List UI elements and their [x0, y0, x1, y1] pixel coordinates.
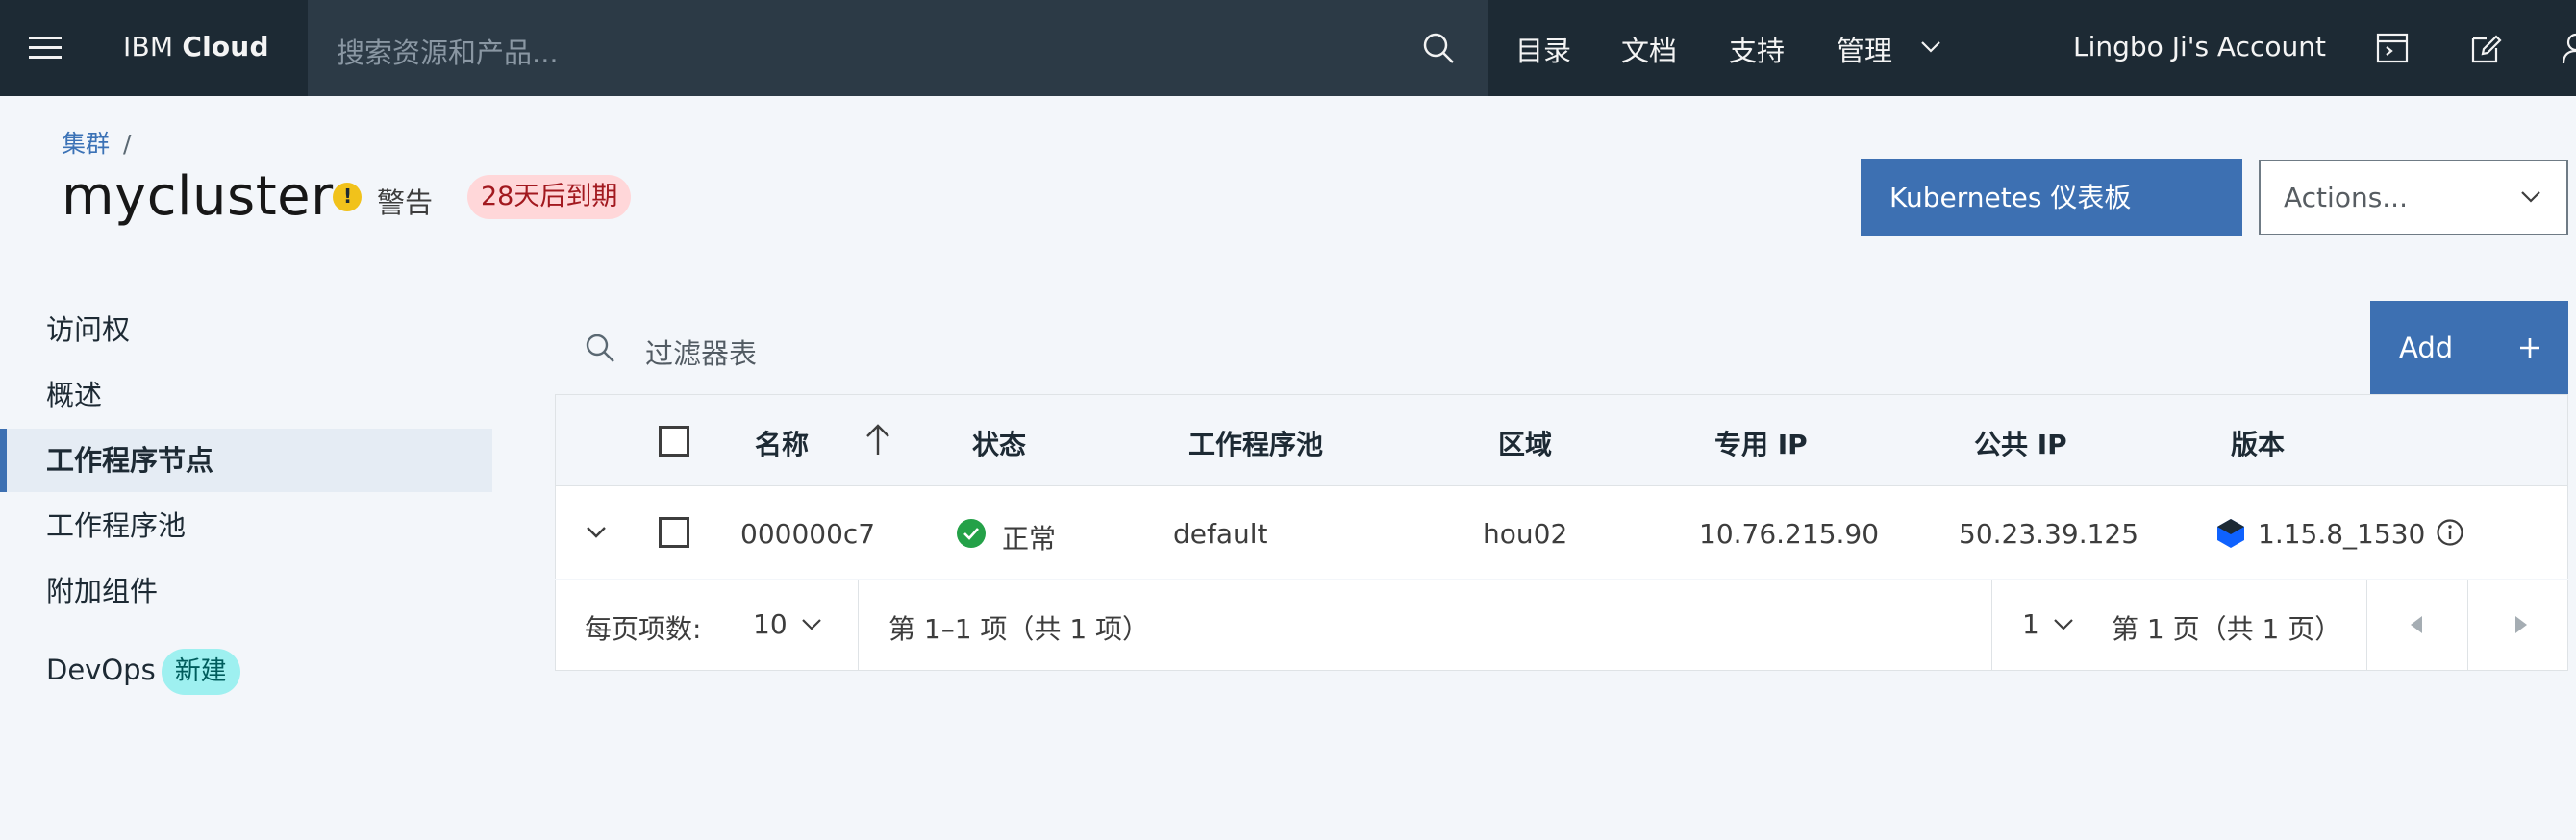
table-pagination: 每页项数: 10 第 1–1 项（共 1 项） 1 第 1 页（共 1 页） — [555, 580, 2568, 671]
column-header-private-ip[interactable]: 专用 IP — [1714, 424, 1808, 462]
breadcrumb-clusters-link[interactable]: 集群 — [62, 130, 110, 158]
divider — [1991, 580, 1992, 671]
table-row[interactable]: 000000c7 正常 default hou02 10.76.215.90 5… — [556, 487, 2567, 579]
cell-version: 1.15.8_1530 — [2258, 518, 2426, 550]
kubernetes-dashboard-button[interactable]: Kubernetes 仪表板 — [1861, 159, 2242, 236]
search-icon — [586, 334, 614, 362]
add-worker-button[interactable]: Add — [2370, 301, 2568, 394]
edit-icon[interactable] — [2469, 31, 2504, 65]
table-filter-input[interactable]: 过滤器表 — [555, 301, 2568, 394]
column-header-pool[interactable]: 工作程序池 — [1188, 424, 1323, 462]
chevron-down-icon[interactable] — [801, 618, 822, 631]
divider — [2467, 580, 2468, 671]
devops-label: DevOps — [46, 654, 156, 686]
global-search-input[interactable]: 搜索资源和产品... — [308, 0, 1488, 96]
breadcrumb-separator: / — [123, 130, 132, 158]
add-button-label: Add — [2399, 332, 2454, 364]
column-header-public-ip[interactable]: 公共 IP — [1974, 424, 2067, 462]
cell-public-ip: 50.23.39.125 — [1959, 518, 2139, 550]
kubernetes-icon — [2217, 519, 2244, 548]
items-per-page-label: 每页项数: — [585, 613, 702, 645]
warning-icon — [333, 183, 362, 211]
chevron-down-icon — [2521, 191, 2540, 203]
breadcrumb: 集群 / — [62, 125, 131, 160]
actions-dropdown-label: Actions... — [2284, 182, 2408, 213]
filter-placeholder: 过滤器表 — [645, 337, 758, 370]
cell-zone: hou02 — [1483, 518, 1568, 550]
nav-support[interactable]: 支持 — [1729, 29, 1785, 69]
cell-name: 000000c7 — [740, 518, 876, 550]
sidenav-item-worker-nodes[interactable]: 工作程序节点 — [0, 429, 492, 492]
divider — [858, 580, 859, 671]
chevron-down-icon[interactable] — [2053, 618, 2074, 631]
nav-catalog[interactable]: 目录 — [1515, 29, 1571, 69]
plus-icon — [2520, 338, 2539, 358]
item-range-text: 第 1–1 项（共 1 项） — [888, 613, 1150, 645]
top-header: IBM Cloud 搜索资源和产品... 目录 文档 支持 管理 Lingbo … — [0, 0, 2576, 96]
sidenav-item-addons[interactable]: 附加组件 — [0, 559, 492, 623]
table-header: 名称 状态 工作程序池 区域 专用 IP 公共 IP 版本 — [556, 395, 2567, 486]
sidenav-item-overview[interactable]: 概述 — [0, 363, 492, 427]
cell-private-ip: 10.76.215.90 — [1699, 518, 1880, 550]
cost-estimator-icon[interactable] — [2375, 31, 2410, 65]
caret-left-icon[interactable] — [2409, 614, 2424, 635]
cluster-status-label: 警告 — [377, 186, 434, 219]
info-icon[interactable] — [2436, 518, 2464, 547]
menu-icon[interactable] — [29, 35, 63, 62]
sidenav-item-devops[interactable]: DevOps 新建 — [0, 638, 492, 702]
items-per-page-select[interactable]: 10 — [753, 608, 788, 640]
page-range-text: 第 1 页（共 1 页） — [2112, 613, 2342, 645]
user-icon[interactable] — [2562, 31, 2576, 65]
column-header-version[interactable]: 版本 — [2231, 424, 2285, 462]
page-title: mycluster — [62, 165, 334, 228]
sidenav-item-worker-pools[interactable]: 工作程序池 — [0, 494, 492, 557]
account-switcher[interactable]: Lingbo Ji's Account — [2073, 31, 2326, 62]
brand-logo[interactable]: IBM Cloud — [123, 31, 269, 62]
expiry-tag: 28天后到期 — [467, 175, 632, 219]
checkmark-icon — [957, 519, 986, 548]
cell-status: 正常 — [1002, 523, 1057, 555]
sort-ascending-icon[interactable] — [863, 422, 892, 457]
chevron-down-icon[interactable] — [585, 524, 608, 541]
cell-pool: default — [1173, 518, 1268, 550]
column-header-name[interactable]: 名称 — [755, 424, 809, 462]
nav-docs[interactable]: 文档 — [1621, 29, 1677, 69]
column-header-status[interactable]: 状态 — [972, 424, 1026, 462]
nav-manage[interactable]: 管理 — [1837, 29, 1892, 69]
search-placeholder: 搜索资源和产品... — [337, 37, 559, 69]
divider — [2366, 580, 2367, 671]
page-select[interactable]: 1 — [2022, 608, 2039, 640]
column-header-zone[interactable]: 区域 — [1498, 424, 1552, 462]
worker-nodes-table: 名称 状态 工作程序池 区域 专用 IP 公共 IP 版本 000000c7 正… — [555, 394, 2568, 579]
select-all-checkbox[interactable] — [659, 426, 689, 457]
search-icon[interactable] — [1421, 31, 1456, 65]
caret-right-icon[interactable] — [2513, 614, 2529, 635]
new-badge: 新建 — [161, 649, 240, 695]
sidenav-item-access[interactable]: 访问权 — [0, 298, 492, 361]
actions-dropdown[interactable]: Actions... — [2259, 160, 2568, 235]
chevron-down-icon[interactable] — [1919, 38, 1942, 56]
row-checkbox[interactable] — [659, 517, 689, 548]
